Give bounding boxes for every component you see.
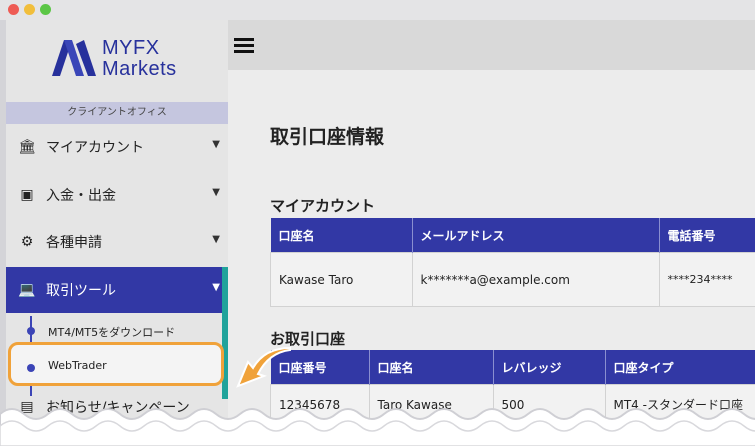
table-cell: ****234****: [658, 252, 755, 307]
sidebar-item-trading-tools[interactable]: 💻 取引ツール ▼: [6, 267, 228, 313]
sidebar-item-label: 取引ツール: [46, 283, 116, 299]
client-office-header: クライアントオフィス: [6, 102, 228, 124]
sidebar-item-my-account[interactable]: 🏛 マイアカウント ▼: [6, 124, 228, 170]
cash-icon: ▣: [20, 187, 34, 203]
chevron-down-icon: ▼: [212, 187, 220, 198]
column-header: メールアドレス: [412, 218, 660, 253]
page-viewport: MYFX Markets クライアントオフィス 🏛 マイアカウント ▼ ▣ 入金…: [6, 20, 755, 446]
column-header: レバレッジ: [493, 350, 606, 385]
window-titlebar: [0, 0, 755, 20]
sidebar-item-label: マイアカウント: [46, 140, 144, 156]
table-cell: k*******a@example.com: [411, 252, 660, 307]
sidebar-item-applications[interactable]: ⚙ 各種申請 ▼: [6, 219, 228, 265]
browser-window: MYFX Markets クライアントオフィス 🏛 マイアカウント ▼ ▣ 入金…: [0, 0, 755, 446]
myfx-logo-icon: [52, 40, 96, 76]
sidebar: MYFX Markets クライアントオフィス 🏛 マイアカウント ▼ ▣ 入金…: [6, 20, 228, 446]
table-row: Kawase Taro k*******a@example.com ****23…: [270, 252, 755, 307]
bank-icon: 🏛: [18, 139, 36, 155]
laptop-icon: 💻: [18, 282, 36, 298]
submenu-bullet: [27, 327, 35, 335]
hamburger-menu-icon[interactable]: [234, 38, 254, 54]
submenu-item-webtrader[interactable]: WebTrader: [48, 359, 107, 372]
pointer-arrow-icon: [236, 346, 291, 388]
gears-icon: ⚙: [20, 234, 34, 250]
minimize-window-button[interactable]: [24, 4, 35, 15]
submenu-bullet: [27, 364, 35, 372]
brand-name: MYFX Markets: [102, 37, 177, 80]
column-header: 電話番号: [659, 218, 755, 253]
sidebar-item-label: 各種申請: [46, 235, 102, 251]
my-account-table: 口座名 メールアドレス 電話番号 Kawase Taro k*******a@e…: [270, 218, 755, 307]
maximize-window-button[interactable]: [40, 4, 51, 15]
top-header: [228, 20, 755, 70]
my-account-title: マイアカウント: [270, 197, 376, 215]
table-cell: Kawase Taro: [270, 252, 413, 307]
brand-logo[interactable]: MYFX Markets: [50, 36, 200, 84]
close-window-button[interactable]: [8, 4, 19, 15]
torn-edge-decoration: [0, 408, 755, 446]
sidebar-item-label: 入金・出金: [46, 188, 116, 204]
column-header: 口座タイプ: [605, 350, 755, 385]
page-title: 取引口座情報: [270, 126, 385, 148]
column-header: 口座名: [270, 218, 413, 253]
main-content: 取引口座情報 マイアカウント 口座名 メールアドレス 電話番号 Kawase T…: [228, 70, 755, 446]
chevron-down-icon: ▼: [212, 139, 220, 150]
chevron-down-icon: ▼: [212, 234, 220, 245]
chevron-down-icon: ▼: [212, 282, 220, 293]
sidebar-item-deposit-withdraw[interactable]: ▣ 入金・出金 ▼: [6, 172, 228, 218]
column-header: 口座名: [369, 350, 494, 385]
webtrader-highlight: [8, 342, 224, 386]
submenu-item-download[interactable]: MT4/MT5をダウンロード: [48, 324, 175, 340]
